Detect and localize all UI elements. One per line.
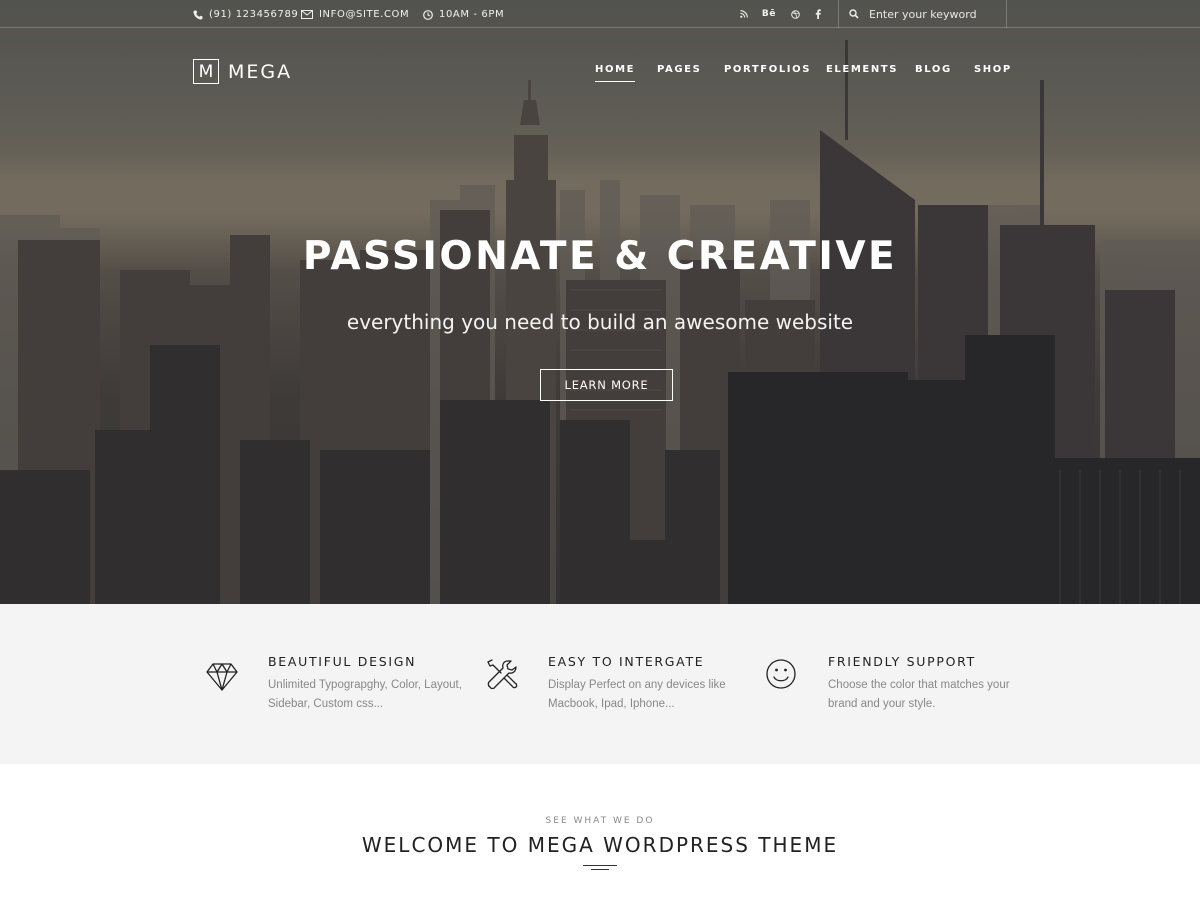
feature-title: EASY TO INTERGATE bbox=[548, 654, 705, 669]
nav-home[interactable]: HOME bbox=[595, 64, 636, 82]
feature-title: FRIENDLY SUPPORT bbox=[828, 654, 976, 669]
topbar-divider bbox=[1006, 0, 1007, 28]
behance-label: Bē bbox=[761, 9, 777, 19]
logo-mark: M bbox=[193, 59, 219, 84]
smiley-icon bbox=[766, 659, 796, 689]
nav-portfolios[interactable]: PORTFOLIOS bbox=[724, 64, 811, 75]
section-kicker: SEE WHAT WE DO bbox=[545, 816, 655, 826]
phone-text: (91) 123456789 bbox=[209, 9, 299, 20]
features-section: BEAUTIFUL DESIGN Unlimited Typograpghy, … bbox=[0, 604, 1200, 764]
welcome-section: SEE WHAT WE DO WELCOME TO MEGA WORDPRESS… bbox=[0, 764, 1200, 900]
search-icon[interactable] bbox=[849, 9, 859, 19]
search-box[interactable] bbox=[839, 0, 1007, 28]
phone-icon bbox=[193, 10, 203, 20]
nav-shop[interactable]: SHOP bbox=[974, 64, 1012, 75]
dribbble-icon[interactable] bbox=[788, 7, 802, 21]
feature-description: Unlimited Typograpghy, Color, Layout, Si… bbox=[268, 679, 462, 710]
envelope-icon bbox=[301, 10, 313, 19]
hero-section bbox=[0, 0, 1200, 604]
section-divider bbox=[583, 865, 617, 866]
tools-icon bbox=[487, 659, 518, 690]
site-logo[interactable]: M MEGA bbox=[193, 59, 292, 84]
section-title: WELCOME TO MEGA WORDPRESS THEME bbox=[361, 833, 839, 857]
facebook-icon[interactable] bbox=[811, 7, 825, 21]
top-bar: (91) 123456789 INFO@SITE.COM 10AM - 6PM … bbox=[0, 0, 1200, 28]
hero-overlay bbox=[0, 0, 1200, 604]
nav-elements[interactable]: ELEMENTS bbox=[826, 64, 898, 75]
email-contact[interactable]: INFO@SITE.COM bbox=[301, 8, 409, 21]
nav-pages[interactable]: PAGES bbox=[657, 64, 701, 75]
search-input[interactable] bbox=[869, 7, 999, 21]
email-text: INFO@SITE.COM bbox=[319, 9, 410, 20]
section-divider bbox=[591, 869, 609, 870]
rss-icon[interactable] bbox=[737, 7, 751, 21]
hours-text: 10AM - 6PM bbox=[439, 9, 505, 20]
clock-icon bbox=[423, 9, 433, 20]
hero-subtitle: everything you need to build an awesome … bbox=[346, 310, 854, 334]
diamond-icon bbox=[206, 663, 238, 691]
feature-description: Display Perfect on any devices like Macb… bbox=[548, 679, 726, 710]
feature-description: Choose the color that matches your brand… bbox=[828, 679, 1010, 710]
logo-text: MEGA bbox=[228, 60, 293, 83]
feature-title: BEAUTIFUL DESIGN bbox=[268, 654, 417, 669]
learn-more-button[interactable]: LEARN MORE bbox=[540, 369, 673, 401]
behance-icon[interactable]: Bē bbox=[761, 7, 777, 21]
nav-blog[interactable]: BLOG bbox=[915, 64, 952, 75]
business-hours: 10AM - 6PM bbox=[423, 8, 504, 21]
phone-contact[interactable]: (91) 123456789 bbox=[193, 8, 298, 21]
hero-title: PASSIONATE & CREATIVE bbox=[302, 234, 898, 279]
